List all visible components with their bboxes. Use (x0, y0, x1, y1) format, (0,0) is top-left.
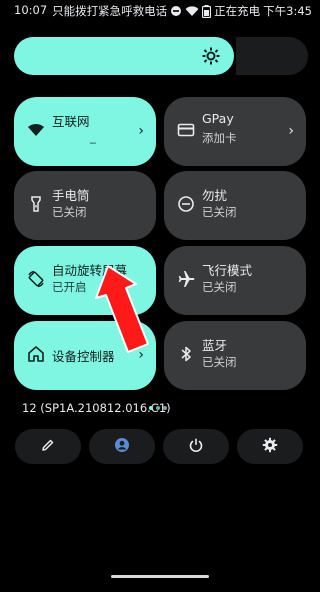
chevron-right-icon: › (288, 123, 294, 139)
battery-text: 正在充电 (214, 4, 261, 18)
page-dot (156, 406, 160, 410)
dnd-status-icon (170, 5, 182, 17)
tile-title: 蓝牙 (202, 338, 228, 353)
tile-flashlight[interactable]: 手电筒 已关闭 (14, 171, 156, 240)
status-time: 10:07 (14, 3, 48, 17)
page-dot (149, 406, 153, 410)
user-icon (114, 437, 130, 457)
power-icon (188, 437, 204, 457)
brightness-track[interactable] (236, 37, 308, 75)
wifi-icon (27, 121, 45, 139)
auto-rotate-icon (27, 270, 45, 288)
home-gesture-bar[interactable] (111, 575, 209, 578)
user-button[interactable] (89, 429, 155, 464)
tile-subtitle: _ (90, 130, 96, 144)
status-right: 只能拨打紧急呼救电话 正在充电 下午3:45 (52, 3, 312, 19)
tile-subtitle: 已关闭 (52, 205, 87, 219)
settings-button[interactable] (237, 429, 303, 464)
pencil-icon (40, 437, 56, 457)
tile-title: 勿扰 (202, 188, 228, 203)
wifi-status-icon (185, 5, 199, 17)
card-icon (177, 121, 195, 139)
page-indicator (149, 406, 167, 410)
tile-internet[interactable]: 互联网 _ › (14, 97, 156, 166)
tile-title: 手电筒 (52, 188, 90, 203)
brightness-icon (202, 47, 220, 69)
tile-subtitle: 已关闭 (202, 280, 237, 294)
gear-icon (262, 437, 278, 457)
bluetooth-icon (177, 345, 195, 363)
edit-button[interactable] (15, 429, 81, 464)
flashlight-icon (27, 195, 45, 213)
tile-subtitle: 已开启 (52, 280, 87, 294)
tile-bluetooth[interactable]: 蓝牙 已关闭 (164, 321, 306, 390)
clock-text: 下午3:45 (263, 4, 312, 18)
tile-gpay[interactable]: GPay 添加卡 › (164, 97, 306, 166)
red-arrow-icon (94, 262, 154, 362)
emergency-text: 只能拨打紧急呼救电话 (52, 4, 168, 18)
airplane-icon (177, 270, 195, 288)
tile-title: GPay (202, 111, 234, 126)
tile-subtitle: 已关闭 (202, 205, 237, 219)
tile-airplane-mode[interactable]: 飞行模式 已关闭 (164, 246, 306, 315)
tile-title: 互联网 (52, 114, 90, 129)
home-icon (27, 345, 45, 363)
do-not-disturb-icon (177, 195, 195, 213)
chevron-right-icon: › (138, 123, 144, 139)
tile-subtitle: 已关闭 (202, 355, 237, 369)
tile-subtitle: 添加卡 (202, 131, 237, 145)
page-dot (163, 406, 167, 410)
brightness-slider[interactable] (14, 37, 234, 75)
battery-icon (202, 4, 212, 18)
status-bar: 10:07 只能拨打紧急呼救电话 正在充电 下午3:45 (0, 0, 320, 22)
tile-do-not-disturb[interactable]: 勿扰 已关闭 (164, 171, 306, 240)
power-button[interactable] (163, 429, 229, 464)
tile-title: 飞行模式 (202, 263, 253, 278)
